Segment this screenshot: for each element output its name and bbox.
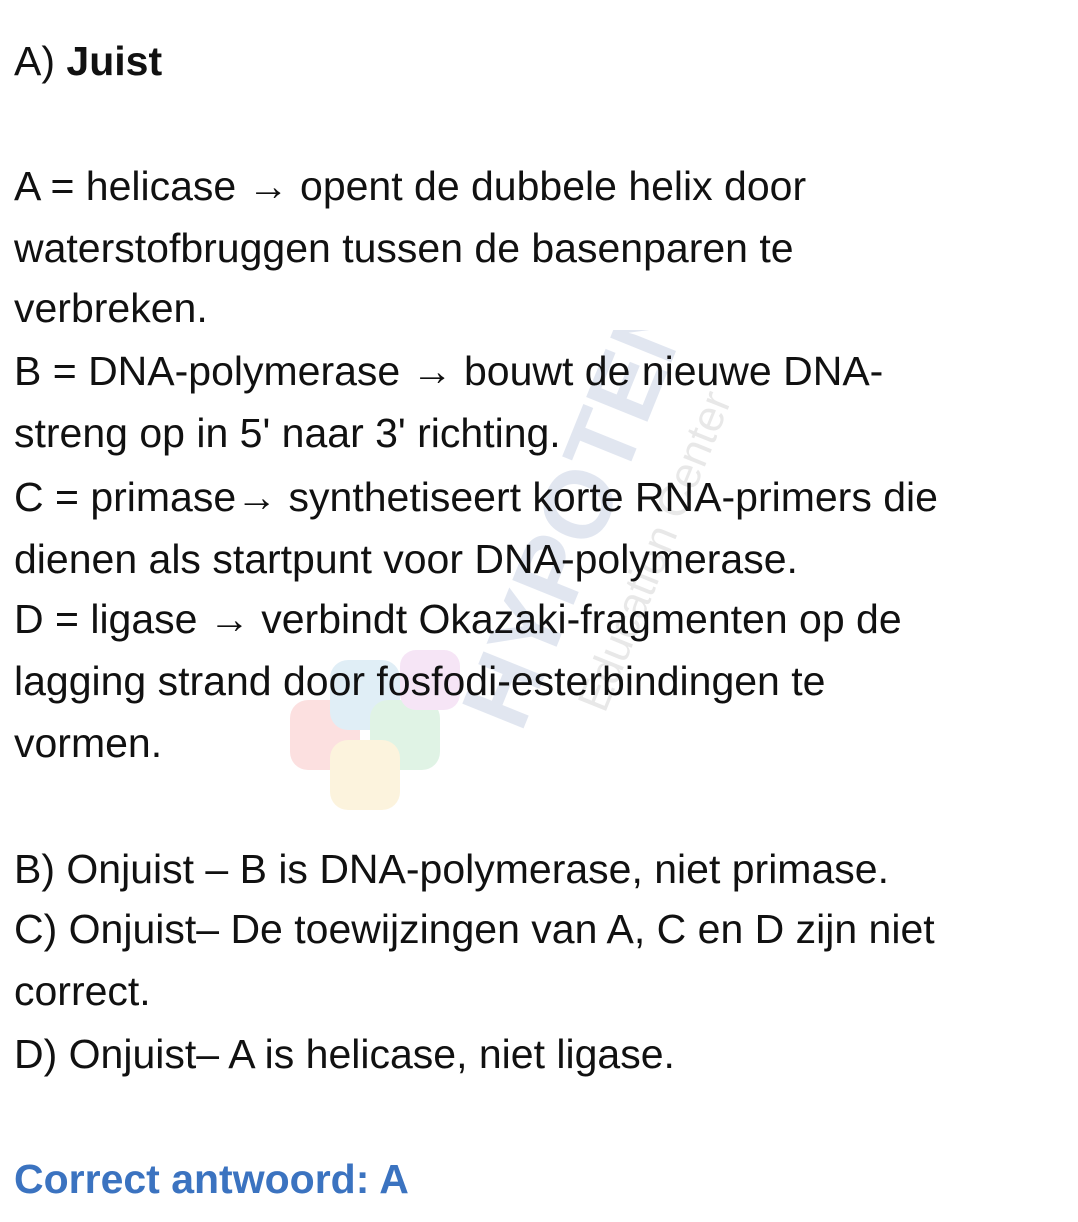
explanation-line: C = primase→ synthetiseert korte RNA-pri… xyxy=(14,474,938,520)
correct-answer: Correct antwoord: A xyxy=(14,1156,409,1202)
explanation-line: vormen. xyxy=(14,720,163,766)
other-option-line: D) Onjuist– A is helicase, niet ligase. xyxy=(14,1031,675,1077)
heading-prefix: A) xyxy=(14,38,67,84)
explanation-line: dienen als startpunt voor DNA-polymerase… xyxy=(14,536,798,582)
explanation-line: waterstofbruggen tussen de basenparen te xyxy=(14,225,794,271)
heading-line: A) Juist xyxy=(14,36,162,86)
other-option-line: C) Onjuist– De toewijzingen van A, C en … xyxy=(14,906,935,952)
explanation-line: verbreken. xyxy=(14,285,208,331)
explanation-line: streng op in 5' naar 3' richting. xyxy=(14,410,561,456)
explanation-line: A = helicase → opent de dubbele helix do… xyxy=(14,163,807,209)
explanation-line: B = DNA-polymerase → bouwt de nieuwe DNA… xyxy=(14,348,884,394)
heading-verdict: Juist xyxy=(66,38,163,84)
other-option-line: B) Onjuist – B is DNA-polymerase, niet p… xyxy=(14,846,889,892)
explanation-line: lagging strand door fosfodi-esterbinding… xyxy=(14,658,826,704)
other-option-line: correct. xyxy=(14,968,151,1014)
explanation-line: D = ligase → verbindt Okazaki-fragmenten… xyxy=(14,596,902,642)
